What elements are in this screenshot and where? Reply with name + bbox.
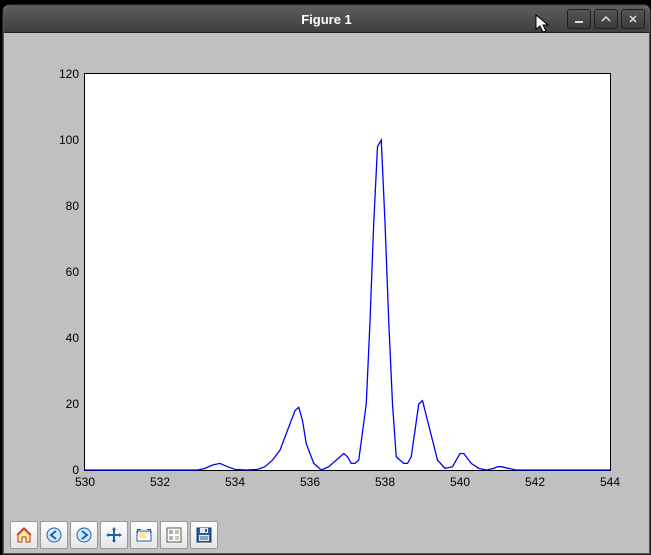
chart-axes[interactable]: 020406080100120530532534536538540542544 xyxy=(84,73,611,471)
zoom-button[interactable] xyxy=(130,521,158,549)
back-button[interactable] xyxy=(40,521,68,549)
save-button[interactable] xyxy=(190,521,218,549)
matplotlib-toolbar xyxy=(10,521,218,549)
x-tick-label: 530 xyxy=(75,475,95,489)
minimize-icon xyxy=(574,14,584,24)
figure-window: Figure 1 0204060801001205305325345365385… xyxy=(3,5,650,554)
y-tick-label: 20 xyxy=(66,397,79,411)
titlebar[interactable]: Figure 1 xyxy=(4,6,649,33)
x-tick-label: 544 xyxy=(600,475,620,489)
save-icon xyxy=(195,526,213,544)
window-title: Figure 1 xyxy=(4,12,649,27)
window-controls xyxy=(567,9,645,29)
x-tick-label: 532 xyxy=(150,475,170,489)
y-tick-label: 40 xyxy=(66,331,79,345)
back-arrow-icon xyxy=(45,526,63,544)
y-tick-label: 120 xyxy=(59,67,79,81)
close-icon xyxy=(628,14,638,24)
subplots-button[interactable] xyxy=(160,521,188,549)
x-tick-label: 538 xyxy=(375,475,395,489)
canvas-area: 020406080100120530532534536538540542544 xyxy=(4,33,649,519)
home-button[interactable] xyxy=(10,521,38,549)
close-button[interactable] xyxy=(621,9,645,29)
maximize-icon xyxy=(601,14,611,24)
chart-line xyxy=(85,74,610,470)
maximize-button[interactable] xyxy=(594,9,618,29)
y-tick-label: 60 xyxy=(66,265,79,279)
series-1-path xyxy=(85,140,610,470)
x-tick-label: 540 xyxy=(450,475,470,489)
x-tick-label: 536 xyxy=(300,475,320,489)
forward-arrow-icon xyxy=(75,526,93,544)
x-tick-label: 542 xyxy=(525,475,545,489)
home-icon xyxy=(15,526,33,544)
pan-icon xyxy=(105,526,123,544)
minimize-button[interactable] xyxy=(567,9,591,29)
subplots-icon xyxy=(165,526,183,544)
forward-button[interactable] xyxy=(70,521,98,549)
x-tick-label: 534 xyxy=(225,475,245,489)
pan-button[interactable] xyxy=(100,521,128,549)
y-tick-label: 80 xyxy=(66,199,79,213)
y-tick-label: 100 xyxy=(59,133,79,147)
plot-outer: 020406080100120530532534536538540542544 xyxy=(14,43,639,509)
zoom-icon xyxy=(135,526,153,544)
